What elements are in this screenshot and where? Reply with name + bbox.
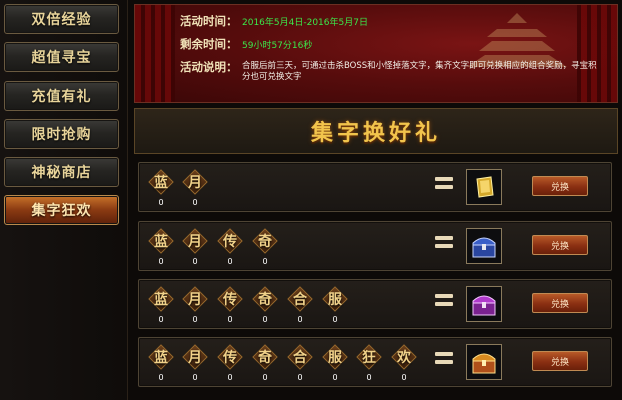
- word-count: 0: [192, 373, 198, 382]
- word-count: 0: [158, 315, 164, 324]
- reward-row: 蓝 0 月 0 传 0 奇 0 合 0 服 0 狂 0 欢 0 兑换: [138, 337, 612, 387]
- reward-row: 蓝 0 月 0 传 0 奇 0 合 0 服 0 兑换: [138, 279, 612, 329]
- equals-icon: [435, 176, 453, 190]
- word-count: 0: [192, 315, 198, 324]
- event-banner: 活动时间： 2016年5月4日-2016年5月7日 剩余时间： 59小时57分1…: [134, 4, 618, 103]
- remaining-time-row: 剩余时间： 59小时57分16秒: [180, 36, 312, 52]
- word-count: 0: [227, 373, 233, 382]
- curtain-left: [135, 5, 175, 102]
- word-count: 0: [192, 257, 198, 266]
- word-count: 0: [332, 315, 338, 324]
- equals-icon: [435, 235, 453, 249]
- word-char: 传: [217, 344, 243, 370]
- word-count: 0: [262, 257, 268, 266]
- word-count: 0: [192, 198, 198, 207]
- event-desc-value: 合服后前三天，可通过击杀BOSS和小怪掉落文字，集齐文字即可兑换相应的组合奖励，…: [242, 61, 597, 82]
- event-desc-label: 活动说明：: [180, 60, 238, 74]
- word-char: 月: [182, 286, 208, 312]
- word-char: 蓝: [148, 286, 174, 312]
- word-char: 狂: [356, 344, 382, 370]
- blue-chest-icon: [466, 228, 502, 264]
- reward-row: 蓝 0 月 0 传 0 奇 0 兑换: [138, 221, 612, 271]
- word-count: 0: [158, 198, 164, 207]
- word-count: 0: [158, 373, 164, 382]
- sidebar-item-collect-words[interactable]: 集字狂欢: [4, 195, 119, 225]
- redeem-button[interactable]: 兑换: [532, 293, 588, 313]
- remaining-time-value: 59小时57分16秒: [242, 41, 313, 51]
- page-title: 集字换好礼: [310, 120, 441, 146]
- word-char: 合: [287, 344, 313, 370]
- word-char: 服: [322, 344, 348, 370]
- remaining-time-label: 剩余时间：: [180, 37, 238, 51]
- sidebar-item-treasure[interactable]: 超值寻宝: [4, 42, 119, 72]
- word-count: 0: [297, 315, 303, 324]
- word-char: 月: [182, 344, 208, 370]
- word-char: 合: [287, 286, 313, 312]
- equals-icon: [435, 351, 453, 365]
- word-char: 奇: [252, 228, 278, 254]
- word-count: 0: [332, 373, 338, 382]
- gold-bar-icon: [466, 169, 502, 205]
- redeem-button[interactable]: 兑换: [532, 351, 588, 371]
- redeem-button[interactable]: 兑换: [532, 235, 588, 255]
- sidebar-item-flash-sale[interactable]: 限时抢购: [4, 119, 119, 149]
- event-desc-row: 活动说明： 合服后前三天，可通过击杀BOSS和小怪掉落文字，集齐文字即可兑换相应…: [180, 59, 602, 83]
- event-time-value: 2016年5月4日-2016年5月7日: [242, 18, 368, 28]
- event-window: 双倍经验 超值寻宝 充值有礼 限时抢购 神秘商店 集字狂欢 活动时间： 2016…: [0, 0, 622, 400]
- purple-chest-icon: [466, 286, 502, 322]
- word-count: 0: [227, 315, 233, 324]
- word-count: 0: [262, 373, 268, 382]
- word-char: 传: [217, 228, 243, 254]
- event-time-label: 活动时间：: [180, 14, 238, 28]
- word-count: 0: [401, 373, 407, 382]
- word-char: 蓝: [148, 228, 174, 254]
- word-count: 0: [262, 315, 268, 324]
- word-char: 服: [322, 286, 348, 312]
- word-char: 蓝: [148, 344, 174, 370]
- word-char: 奇: [252, 286, 278, 312]
- word-count: 0: [366, 373, 372, 382]
- sidebar-item-mystery-shop[interactable]: 神秘商店: [4, 157, 119, 187]
- equals-icon: [435, 293, 453, 307]
- section-title-bar: 集字换好礼: [134, 108, 618, 154]
- event-time-row: 活动时间： 2016年5月4日-2016年5月7日: [180, 13, 368, 29]
- gold-chest-icon: [466, 344, 502, 380]
- word-char: 奇: [252, 344, 278, 370]
- sidebar: 双倍经验 超值寻宝 充值有礼 限时抢购 神秘商店 集字狂欢: [0, 0, 128, 400]
- reward-row: 蓝 0 月 0 兑换: [138, 162, 612, 212]
- sidebar-item-recharge[interactable]: 充值有礼: [4, 81, 119, 111]
- sidebar-item-double-exp[interactable]: 双倍经验: [4, 4, 119, 34]
- word-count: 0: [297, 373, 303, 382]
- word-char: 欢: [391, 344, 417, 370]
- word-count: 0: [227, 257, 233, 266]
- word-count: 0: [158, 257, 164, 266]
- redeem-button[interactable]: 兑换: [532, 176, 588, 196]
- word-char: 蓝: [148, 169, 174, 195]
- curtain-right: [577, 5, 617, 102]
- word-char: 传: [217, 286, 243, 312]
- word-char: 月: [182, 169, 208, 195]
- word-char: 月: [182, 228, 208, 254]
